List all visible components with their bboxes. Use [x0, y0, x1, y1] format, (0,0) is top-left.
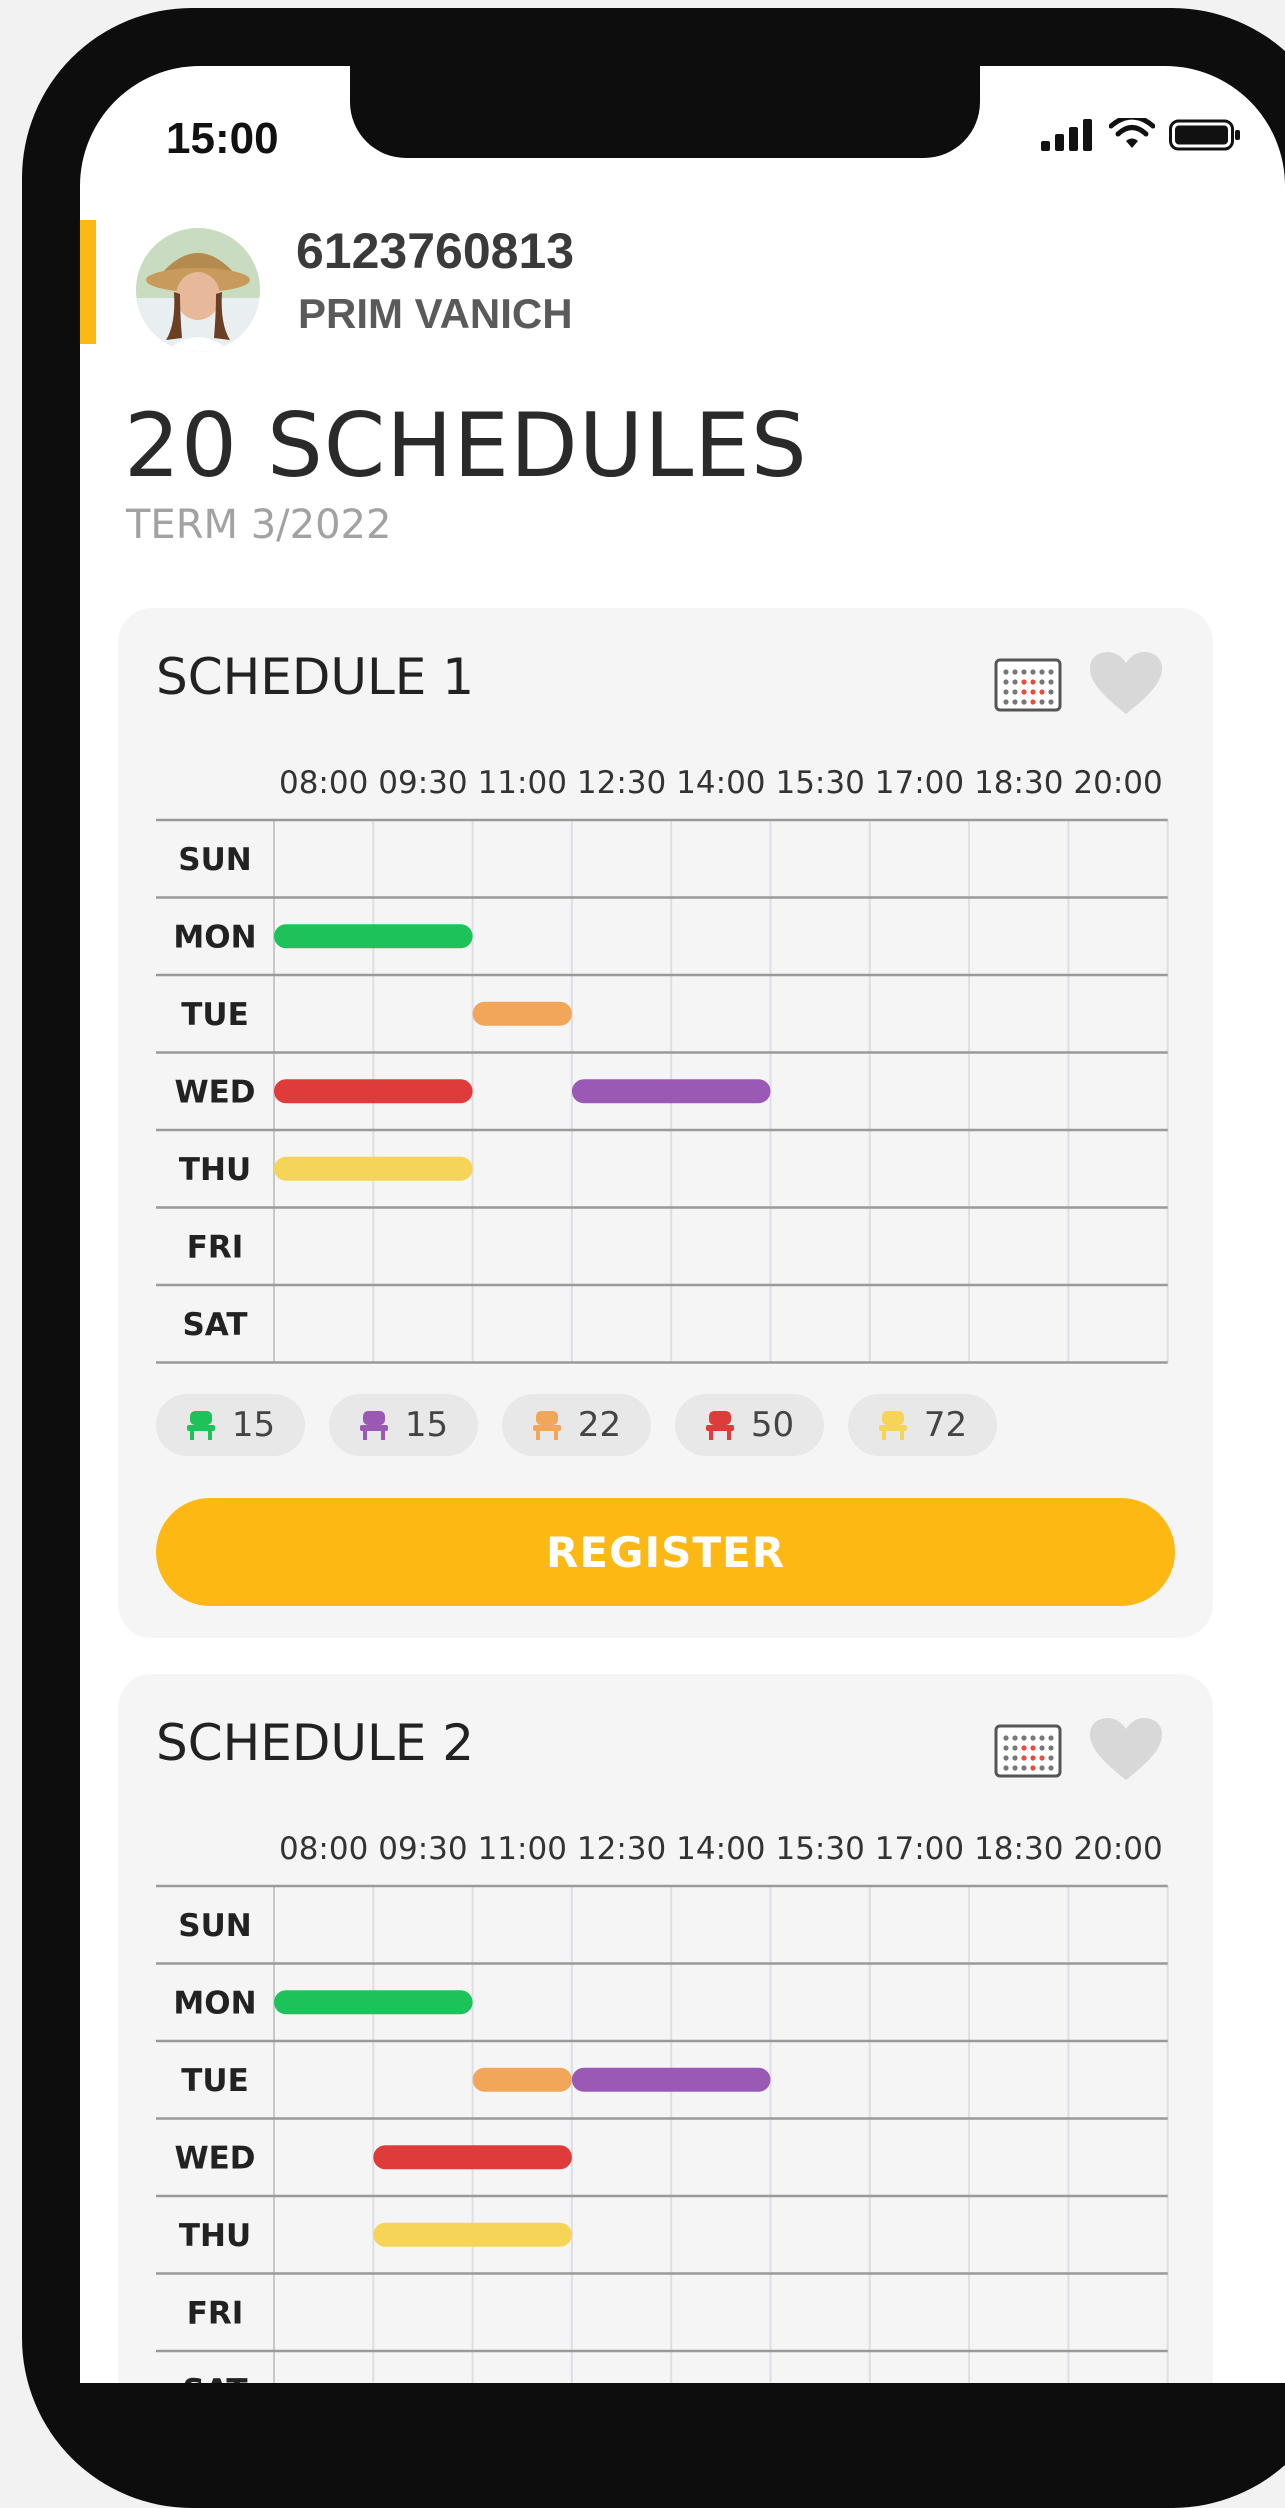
time-label: 11:00: [478, 765, 567, 801]
class-bar-red[interactable]: [274, 1079, 473, 1104]
notch: [350, 66, 980, 158]
class-bar-orange[interactable]: [472, 2067, 572, 2092]
seat-icon: [878, 1411, 907, 1440]
time-label: 17:00: [875, 1831, 964, 1867]
class-bar-yellow[interactable]: [373, 2222, 572, 2247]
profile-accent-bar: [80, 220, 96, 344]
seat-chip-green: 15: [156, 1394, 305, 1456]
time-label: 12:30: [577, 1831, 666, 1867]
time-label: 09:30: [378, 765, 467, 801]
seat-count: 72: [923, 1405, 968, 1445]
time-label: 17:00: [875, 765, 964, 801]
day-label: THU: [179, 1152, 251, 1188]
day-label: THU: [179, 2218, 251, 2254]
schedule-grid: 08:00 09:30 11:00 12:30 14:00 15:30 17:00 18:30…: [156, 765, 1169, 1364]
seat-icon: [359, 1411, 388, 1440]
signal-icon: [1041, 119, 1092, 151]
class-bar-green[interactable]: [274, 924, 473, 949]
schedule-card: 08:00 09:30 11:00 12:30 14:00 15:30 17:00 18:30…: [118, 608, 1213, 1638]
time-label: 12:30: [577, 765, 666, 801]
day-label: WED: [174, 2140, 255, 2176]
heart-icon[interactable]: [1088, 650, 1164, 718]
seat-availability: 15 15 22 50 72: [156, 1394, 997, 1456]
time-label: 09:30: [378, 1831, 467, 1867]
wifi-icon: [1109, 118, 1155, 148]
seat-chip-yellow: 72: [848, 1394, 997, 1456]
time-label: 08:00: [279, 765, 368, 801]
register-button[interactable]: REGISTER: [156, 1498, 1175, 1606]
time-label: 14:00: [676, 765, 765, 801]
schedule-grid: 08:00 09:30 11:00 12:30 14:00 15:30 17:00 18:30…: [156, 1831, 1169, 2383]
time-label: 08:00: [279, 1831, 368, 1867]
day-label: TUE: [181, 2063, 249, 2099]
seat-count: 15: [404, 1405, 449, 1445]
seat-icon: [532, 1411, 561, 1440]
heart-icon[interactable]: [1088, 1716, 1164, 1784]
class-bar-orange[interactable]: [472, 1001, 572, 1026]
seat-count: 50: [750, 1405, 795, 1445]
seat-chip-orange: 22: [502, 1394, 651, 1456]
day-label: SAT: [182, 2373, 247, 2383]
seat-chip-purple: 15: [329, 1394, 478, 1456]
time-label: 15:30: [775, 765, 864, 801]
schedule-card: 08:00 09:30 11:00 12:30 14:00 15:30 17:00 18:30…: [118, 1674, 1213, 2383]
seat-count: 22: [577, 1405, 622, 1445]
day-label: MON: [173, 919, 256, 955]
calendar-icon[interactable]: [994, 1722, 1062, 1778]
class-bar-yellow[interactable]: [274, 1156, 473, 1181]
app-screen: 15:00 6123760813 PRIM VANICH 20 SCHEDULE…: [80, 66, 1285, 2383]
time-label: 18:30: [974, 765, 1063, 801]
day-label: WED: [174, 1074, 255, 1110]
seat-icon: [705, 1411, 734, 1440]
day-label: FRI: [187, 2295, 244, 2331]
schedule-title: SCHEDULE 2: [156, 1714, 475, 1772]
class-bar-purple[interactable]: [571, 2067, 771, 2092]
day-label: SUN: [178, 842, 251, 878]
time-label: 11:00: [478, 1831, 567, 1867]
class-bar-purple[interactable]: [571, 1079, 771, 1104]
time-label: 20:00: [1073, 765, 1162, 801]
avatar[interactable]: [136, 228, 260, 352]
seat-count: 15: [231, 1405, 276, 1445]
time-label: 18:30: [974, 1831, 1063, 1867]
student-name: PRIM VANICH: [298, 290, 573, 337]
status-icons: [1041, 118, 1241, 152]
class-bar-red[interactable]: [373, 2145, 572, 2170]
battery-icon: [1169, 119, 1240, 151]
day-label: FRI: [187, 1229, 244, 1265]
day-label: TUE: [181, 997, 249, 1033]
term-label: TERM 3/2022: [126, 502, 392, 548]
class-bar-green[interactable]: [274, 1990, 473, 2015]
calendar-icon[interactable]: [994, 656, 1062, 712]
status-time: 15:00: [166, 114, 279, 163]
page-title: 20 SCHEDULES: [124, 394, 808, 497]
time-label: 14:00: [676, 1831, 765, 1867]
time-label: 20:00: [1073, 1831, 1162, 1867]
day-label: SUN: [178, 1908, 251, 1944]
seat-chip-red: 50: [675, 1394, 824, 1456]
schedule-title: SCHEDULE 1: [156, 648, 475, 706]
student-id: 6123760813: [296, 223, 575, 279]
seat-icon: [186, 1411, 215, 1440]
avatar-image: [136, 228, 260, 352]
day-label: SAT: [182, 1307, 247, 1343]
time-label: 15:30: [775, 1831, 864, 1867]
day-label: MON: [173, 1985, 256, 2021]
